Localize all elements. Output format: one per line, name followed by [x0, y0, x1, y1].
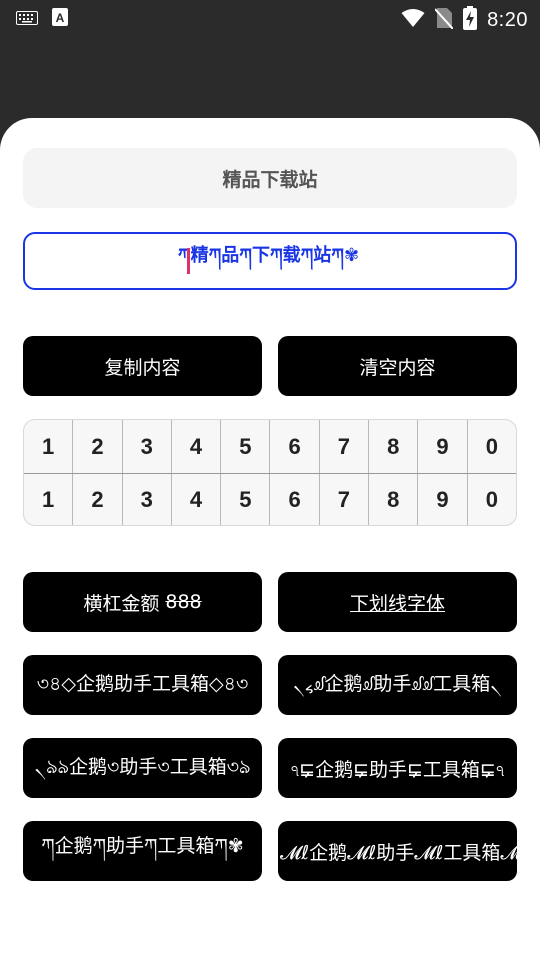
decor-style-button-2[interactable]: ৲៹ᦾ企鹅ᦾ助手ᦾᦾ工具箱৲ [278, 655, 517, 715]
number-key[interactable]: 7 [318, 474, 368, 525]
strike-number: 888 [165, 591, 202, 613]
status-bar: A 8:20 [0, 0, 540, 36]
input-value: ཀ︎精ཀ︎品ཀ︎下ཀ︎载ཀ︎站ཀ︎✾ [177, 245, 360, 266]
number-row-2: 1 2 3 4 5 6 7 8 9 0 [24, 473, 516, 525]
main-sheet: 精品下载站 ཀ︎精ཀ︎品ཀ︎下ཀ︎载ཀ︎站ཀ︎✾ 复制内容 清空内容 1 2 3… [0, 118, 540, 960]
page-title: 精品下载站 [23, 148, 517, 208]
number-style-grid: 1 2 3 4 5 6 7 8 9 0 1 2 3 4 5 6 7 8 9 0 [23, 419, 517, 526]
keyboard-icon [16, 10, 38, 29]
number-key[interactable]: 3 [121, 420, 171, 473]
decor-style-button-3[interactable]: ৲ঌঌ企鹅৩助手৩工具箱৩ঌ [23, 738, 262, 798]
text-input-field[interactable]: ཀ︎精ཀ︎品ཀ︎下ཀ︎载ཀ︎站ཀ︎✾ [23, 232, 517, 290]
underline-label: 下划线字体 [349, 592, 445, 615]
no-sim-icon [434, 7, 454, 33]
underline-style-button[interactable]: 下划线字体 [278, 572, 517, 632]
wifi-icon [401, 8, 425, 32]
number-key[interactable]: 5 [220, 474, 269, 525]
number-key[interactable]: 8 [368, 420, 417, 473]
clock: 8:20 [487, 8, 528, 31]
decor-style-button-5[interactable]: ཀ︎企鹅ཀ︎助手ཀ︎工具箱ཀ︎✾ [23, 821, 262, 881]
clear-button[interactable]: 清空内容 [278, 336, 517, 396]
decor-style-button-1[interactable]: ৩৪◇企鹅助手工具箱◇৪৩ [23, 655, 262, 715]
number-key[interactable]: 4 [170, 474, 220, 525]
decor-style-button-4[interactable]: ঀ⋤企鹅⋤助手⋤工具箱⋤ঀ [278, 738, 517, 798]
number-key[interactable]: 2 [72, 420, 121, 473]
number-key[interactable]: 1 [24, 474, 72, 525]
number-key[interactable]: 5 [220, 420, 269, 473]
text-cursor [186, 248, 190, 274]
number-row-1: 1 2 3 4 5 6 7 8 9 0 [24, 420, 516, 473]
number-key[interactable]: 7 [318, 420, 368, 473]
number-key[interactable]: 3 [121, 474, 171, 525]
number-key[interactable]: 0 [466, 420, 516, 473]
number-key[interactable]: 1 [24, 420, 72, 473]
strike-label: 横杠金额 [83, 592, 160, 615]
number-key[interactable]: 9 [417, 474, 466, 525]
battery-charging-icon [463, 6, 478, 34]
number-key[interactable]: 0 [466, 474, 516, 525]
copy-button[interactable]: 复制内容 [23, 336, 262, 396]
number-key[interactable]: 8 [368, 474, 417, 525]
number-key[interactable]: 6 [269, 474, 318, 525]
number-key[interactable]: 6 [269, 420, 318, 473]
svg-text:A: A [56, 11, 65, 25]
strikethrough-style-button[interactable]: 横杠金额 888 [23, 572, 262, 632]
number-key[interactable]: 2 [72, 474, 121, 525]
number-key[interactable]: 9 [417, 420, 466, 473]
decor-style-button-6[interactable]: 𝓜ℓ企鹅𝓜ℓ助手𝓜ℓ工具箱𝓜ℓ [278, 821, 517, 881]
number-key[interactable]: 4 [170, 420, 220, 473]
text-a-icon: A [52, 8, 68, 30]
